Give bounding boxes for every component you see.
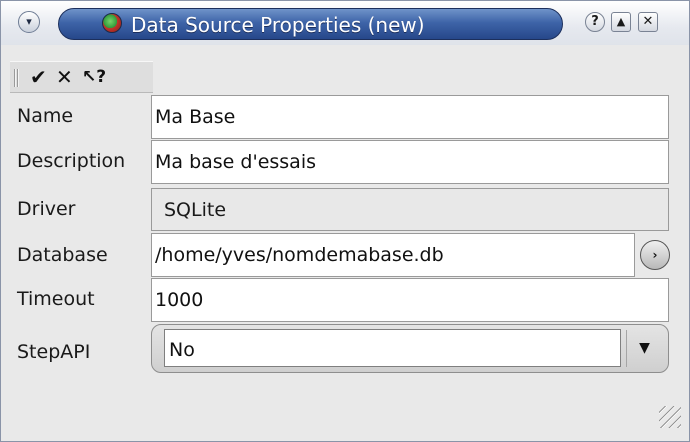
- stepapi-select[interactable]: No ▼: [151, 324, 669, 373]
- window-menu-button[interactable]: ▾: [18, 11, 40, 33]
- shade-button[interactable]: ▲: [611, 12, 631, 32]
- dropdown-arrow-icon[interactable]: ▼: [626, 330, 662, 367]
- ok-checkmark-icon[interactable]: ✔: [30, 65, 47, 89]
- description-label: Description: [17, 150, 126, 172]
- browse-arrow-icon: ›: [652, 248, 658, 262]
- toolbar-grip[interactable]: [14, 69, 20, 87]
- help-button[interactable]: ?: [585, 12, 605, 32]
- shade-icon: ▲: [616, 15, 626, 28]
- toolbar: ✔ ✕ ↖?: [10, 61, 153, 93]
- name-label: Name: [17, 105, 74, 127]
- timeout-label: Timeout: [17, 288, 95, 310]
- app-icon: [102, 13, 122, 33]
- name-input[interactable]: Ma Base: [151, 95, 669, 139]
- database-input[interactable]: /home/yves/nomdemabase.db: [151, 233, 635, 277]
- close-icon: ✕: [642, 14, 654, 29]
- browse-button[interactable]: ›: [640, 240, 670, 270]
- data-source-properties-dialog: ▾ Data Source Properties (new) ? ▲ ✕ ✔ ✕…: [0, 0, 690, 442]
- driver-field: SQLite: [151, 188, 669, 231]
- stepapi-value[interactable]: No: [164, 329, 621, 367]
- description-input[interactable]: Ma base d'essais: [151, 140, 669, 184]
- database-label: Database: [17, 244, 108, 266]
- stepapi-label: StepAPI: [17, 341, 91, 363]
- window-title: Data Source Properties (new): [131, 13, 425, 37]
- resize-grip[interactable]: [659, 406, 681, 428]
- cancel-x-icon[interactable]: ✕: [56, 65, 73, 89]
- chevron-down-icon: ▾: [26, 15, 32, 28]
- title-bar[interactable]: ▾ Data Source Properties (new) ? ▲ ✕: [1, 1, 689, 45]
- question-icon: ?: [591, 14, 599, 29]
- close-button[interactable]: ✕: [638, 12, 658, 32]
- whats-this-icon[interactable]: ↖?: [82, 65, 106, 89]
- driver-label: Driver: [17, 198, 76, 220]
- timeout-input[interactable]: 1000: [151, 278, 669, 322]
